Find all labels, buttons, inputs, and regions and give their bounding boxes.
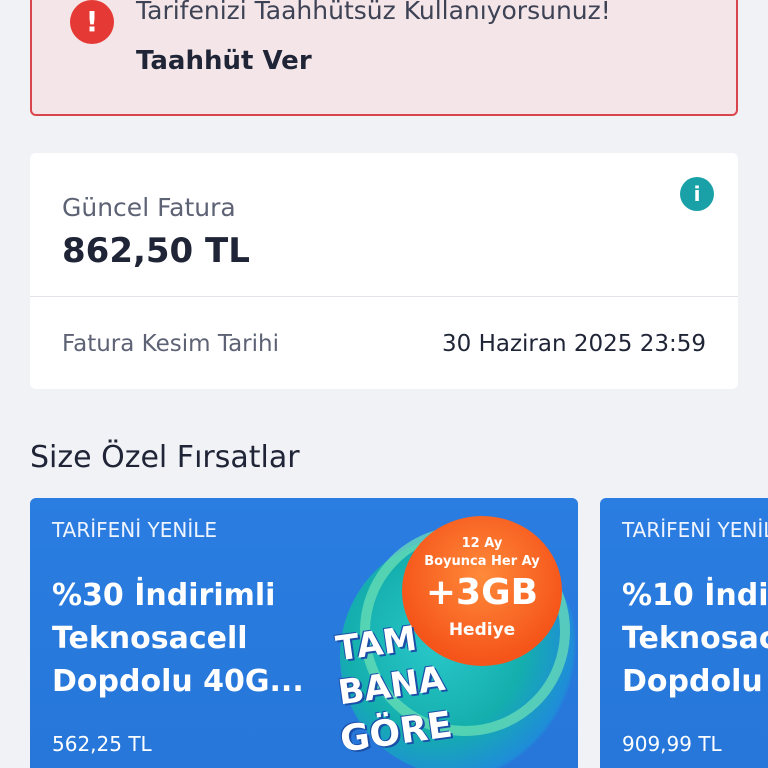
screen: ! Tarifenizi Taahhütsüz Kullanıyorsunuz!… bbox=[0, 0, 768, 768]
offer-price: 562,25 TL bbox=[52, 732, 152, 756]
promo-line-3: +3GB bbox=[425, 572, 539, 613]
current-bill-card[interactable]: Güncel Fatura 862,50 TL i Fatura Kesim T… bbox=[30, 153, 738, 389]
offer-title: %30 İndirimli Teknosacell Dopdolu 40G... bbox=[52, 578, 304, 699]
bill-cut-date-label: Fatura Kesim Tarihi bbox=[62, 331, 279, 357]
promo-line-1: 12 Ay bbox=[461, 536, 503, 551]
offer-price: 909,99 TL bbox=[622, 732, 722, 756]
bill-label: Güncel Fatura bbox=[62, 193, 236, 222]
warning-message: Tarifenizi Taahhütsüz Kullanıyorsunuz! bbox=[136, 0, 611, 25]
info-icon[interactable]: i bbox=[680, 177, 714, 211]
promo-line-2: Boyunca Her Ay bbox=[424, 554, 540, 569]
offers-section-title: Size Özel Fırsatlar bbox=[30, 440, 300, 475]
divider bbox=[30, 296, 738, 297]
promo-bubble: 12 Ay Boyunca Her Ay +3GB Hediye bbox=[402, 516, 562, 666]
offer-tag: TARİFENİ YENİLE bbox=[52, 518, 217, 542]
promo-graphic: 12 Ay Boyunca Her Ay +3GB Hediye TAM BAN… bbox=[330, 506, 578, 768]
promo-line-4: Hediye bbox=[448, 620, 516, 640]
offer-card[interactable]: TARİFENİ YENİLE %10 İndirimli Teknosacel… bbox=[600, 498, 768, 768]
offer-tag: TARİFENİ YENİLE bbox=[622, 518, 768, 542]
bill-cut-date-value: 30 Haziran 2025 23:59 bbox=[442, 331, 706, 357]
offer-card[interactable]: TARİFENİ YENİLE %30 İndirimli Teknosacel… bbox=[30, 498, 578, 768]
uncommitted-tariff-banner: ! Tarifenizi Taahhütsüz Kullanıyorsunuz!… bbox=[30, 0, 738, 116]
offer-title: %10 İndirimli Teknosacell Dopdolu bbox=[622, 578, 768, 699]
bill-amount: 862,50 TL bbox=[62, 231, 250, 271]
alert-icon: ! bbox=[70, 0, 114, 44]
commit-link[interactable]: Taahhüt Ver bbox=[136, 46, 312, 76]
